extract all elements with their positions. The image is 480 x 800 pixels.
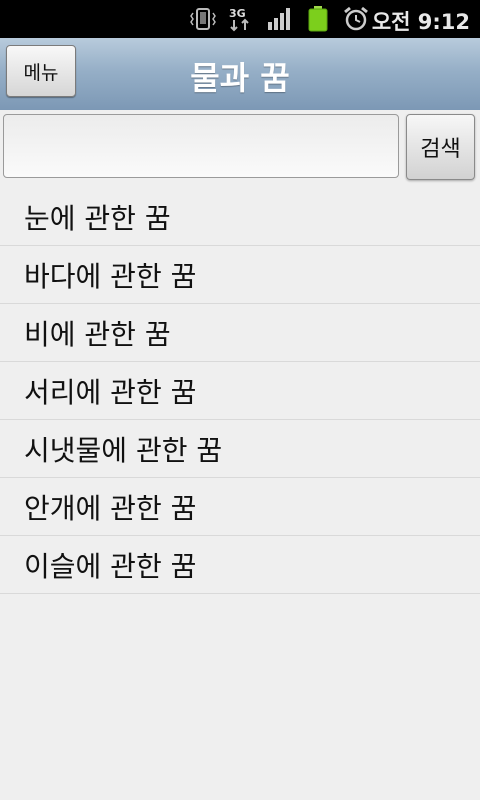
list-item-fog[interactable]: 안개에 관한 꿈	[0, 478, 480, 536]
title-bar: 메뉴 물과 꿈	[0, 38, 480, 111]
list-item-frost[interactable]: 서리에 관한 꿈	[0, 362, 480, 420]
list-item-stream[interactable]: 시냇물에 관한 꿈	[0, 420, 480, 478]
search-input[interactable]	[3, 114, 399, 178]
dream-list: 눈에 관한 꿈 바다에 관한 꿈 비에 관한 꿈 서리에 관한 꿈 시냇물에 관…	[0, 188, 480, 594]
list-item-sea[interactable]: 바다에 관한 꿈	[0, 246, 480, 304]
alarm-icon	[342, 6, 370, 31]
battery-icon	[306, 6, 330, 32]
search-button[interactable]: 검색	[406, 114, 475, 180]
status-time: 오전 9:12	[371, 10, 470, 34]
status-bar: 3G 오전 9:12	[0, 0, 480, 38]
signal-icon	[266, 7, 294, 31]
3g-data-icon: 3G	[226, 7, 256, 32]
search-row: 검색	[0, 110, 480, 186]
list-item-rain[interactable]: 비에 관한 꿈	[0, 304, 480, 362]
page-title: 물과 꿈	[190, 59, 290, 97]
list-item-snow[interactable]: 눈에 관한 꿈	[0, 188, 480, 246]
list-item-dew[interactable]: 이슬에 관한 꿈	[0, 536, 480, 594]
network-type-label: 3G	[229, 7, 246, 20]
menu-button[interactable]: 메뉴	[6, 45, 76, 97]
vibrate-icon	[188, 7, 218, 31]
